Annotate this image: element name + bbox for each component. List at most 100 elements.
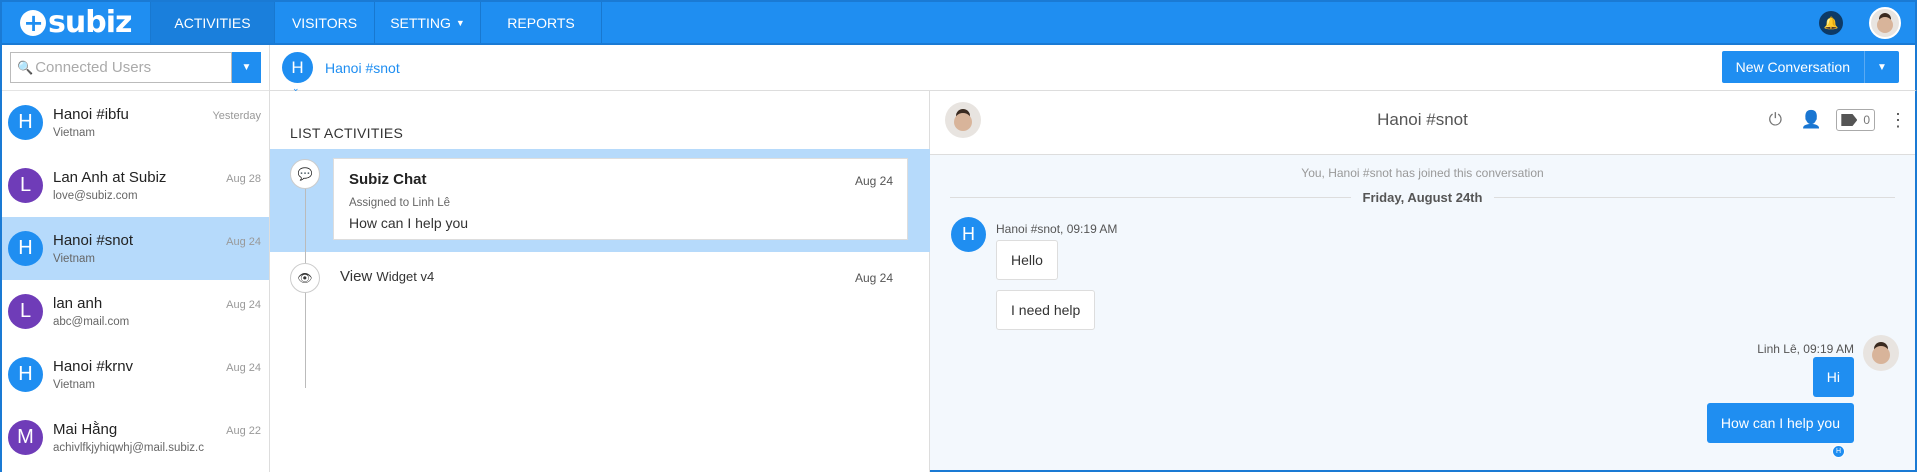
contact-subtitle: achivlfkjyhiqwhj@mail.subiz.c <box>53 442 204 454</box>
tab-visitors[interactable]: VISITORS <box>274 2 374 43</box>
contact-info: Hanoi #snot Vietnam <box>53 232 213 265</box>
logo-text: subiz <box>48 5 132 40</box>
contact-date: Aug 22 <box>226 425 261 437</box>
contact-avatar: H <box>8 357 43 392</box>
visitor-message-avatar: H <box>951 217 986 252</box>
contact-list: H Hanoi #ibfu Vietnam Yesterday L Lan Anh at … <box>2 91 269 469</box>
tag-icon <box>1841 114 1858 126</box>
card-date: Aug 24 <box>854 174 893 188</box>
chat-panel: Hanoi #snot ⏻ 👤 0 ⋮ You, Hanoi #snot has… <box>930 91 1917 472</box>
tab-activities[interactable]: ACTIVITIES <box>150 2 274 43</box>
avatar-initial: H <box>962 224 975 244</box>
card-message: How can I help you <box>349 215 469 231</box>
subiz-logo[interactable]: + subiz <box>2 2 150 43</box>
contact-info: Mai Hằng achivlfkjyhiqwhj@mail.subiz.c <box>53 421 213 454</box>
contact-item[interactable]: H Hanoi #ibfu Vietnam Yesterday <box>2 91 269 154</box>
chevron-down-icon: ▼ <box>455 17 465 28</box>
contact-info: Lan Anh at Subiz love@subiz.com <box>53 169 213 202</box>
tab-label: VISITORS <box>291 14 358 31</box>
contact-subtitle: Vietnam <box>53 379 95 391</box>
tab-setting[interactable]: SETTING ▼ <box>374 2 480 43</box>
tab-reports[interactable]: REPORTS <box>480 2 602 43</box>
contact-subtitle: Vietnam <box>53 127 95 139</box>
contact-name: lan anh <box>53 295 103 312</box>
contact-date: Aug 24 <box>226 236 261 248</box>
separator-line <box>950 197 1351 198</box>
agent-message-bubble[interactable]: Hi <box>1812 357 1854 397</box>
contact-name: Hanoi #krnv <box>53 358 134 375</box>
contact-item[interactable]: L Lan Anh at Subiz love@subiz.com Aug 28 <box>2 154 269 217</box>
chevron-down-icon: ▼ <box>241 62 252 73</box>
activities-panel: LIST ACTIVITIES 💬 Subiz Chat Aug 24 Assi… <box>270 91 930 472</box>
conversation-subheader: H ⌄ Hanoi #snot New Conversation ▼ <box>270 45 1917 93</box>
chat-bubbles-icon: 💬 <box>290 159 320 189</box>
system-message: You, Hanoi #snot has joined this convers… <box>1301 166 1544 180</box>
contact-subtitle: love@subiz.com <box>53 190 138 202</box>
card-title: Subiz Chat <box>349 171 427 188</box>
tab-label: REPORTS <box>507 14 575 31</box>
plus-icon: + <box>20 9 46 36</box>
visitor-message-bubble[interactable]: Hello <box>996 240 1058 280</box>
contact-item[interactable]: H Hanoi #snot Vietnam Aug 24 <box>2 217 269 280</box>
contact-date: Aug 28 <box>226 173 261 185</box>
search-placeholder: Connected Users <box>35 59 152 76</box>
search-input[interactable]: 🔍 Connected Users <box>10 52 232 83</box>
search-filter-dropdown[interactable]: ▼ <box>232 52 261 83</box>
contact-avatar: L <box>8 294 43 329</box>
contact-name: Mai Hằng <box>53 421 118 438</box>
new-conversation-button[interactable]: New Conversation ▼ <box>1721 51 1899 83</box>
visitor-name-link[interactable]: Hanoi #snot <box>325 60 400 76</box>
contact-info: lan anh abc@mail.com <box>53 295 213 328</box>
contact-info: Hanoi #ibfu Vietnam <box>53 106 213 139</box>
search-icon: 🔍 <box>17 59 34 75</box>
search-row: 🔍 Connected Users ▼ <box>2 45 269 91</box>
view-label: View <box>340 268 373 285</box>
tab-label: ACTIVITIES <box>174 14 251 31</box>
avatar-initial: H <box>291 57 304 77</box>
agent-message-meta: Linh Lê, 09:19 AM <box>1757 342 1854 356</box>
tag-count: 0 <box>1863 113 1870 127</box>
tab-label: SETTING <box>390 14 451 31</box>
contact-subtitle: Vietnam <box>53 253 95 265</box>
new-conversation-label: New Conversation <box>1722 51 1865 83</box>
top-right-tools: 🔔 <box>1819 2 1915 43</box>
chevron-down-icon[interactable]: ▼ <box>1865 62 1899 73</box>
contact-avatar: H <box>8 105 43 140</box>
bell-icon[interactable]: 🔔 <box>1819 10 1843 35</box>
user-avatar[interactable] <box>1869 6 1901 39</box>
contacts-sidebar: 🔍 Connected Users ▼ H Hanoi #ibfu Vietnam Y… <box>0 45 270 472</box>
seen-indicator: H <box>1832 445 1845 458</box>
agent-message-bubble[interactable]: How can I help you <box>1706 403 1854 443</box>
visitor-avatar[interactable]: H ⌄ <box>282 52 313 93</box>
contact-item[interactable]: M Mai Hằng achivlfkjyhiqwhj@mail.subiz.c Au… <box>2 406 269 469</box>
contact-subtitle: abc@mail.com <box>53 316 130 328</box>
day-label: Friday, August 24th <box>1362 190 1483 205</box>
activity-card-chat[interactable]: Subiz Chat Aug 24 Assigned to Linh Lê Ho… <box>333 158 908 240</box>
contact-avatar: L <box>8 168 43 203</box>
contact-item[interactable]: Llan anh abc@mail.com Aug 24 <box>2 280 269 343</box>
visitor-message-meta: Hanoi #snot, 09:19 AM <box>996 222 1118 236</box>
contact-item[interactable]: H Hanoi #krnv Vietnam Aug 24 <box>2 343 269 406</box>
power-icon[interactable]: ⏻ <box>1764 109 1786 131</box>
chat-tools: ⏻ 👤 0 ⋮ <box>1764 109 1907 131</box>
contact-avatar: H <box>8 231 43 266</box>
contact-date: Yesterday <box>212 110 261 122</box>
activity-view-row[interactable]: View Widget v4 <box>340 268 434 285</box>
contact-name: Lan Anh at Subiz <box>53 169 167 186</box>
eye-icon: 👁 <box>290 263 320 293</box>
agent-message-avatar <box>1863 335 1899 371</box>
visitor-message-bubble[interactable]: I need help <box>996 290 1096 330</box>
add-user-icon[interactable]: 👤 <box>1800 109 1822 131</box>
contact-date: Aug 24 <box>226 362 261 374</box>
tag-button[interactable]: 0 <box>1836 109 1875 131</box>
more-options-icon[interactable]: ⋮ <box>1889 110 1907 131</box>
day-separator: Friday, August 24th <box>950 190 1895 205</box>
contact-name: Hanoi #snot <box>53 232 134 249</box>
chat-header: Hanoi #snot ⏻ 👤 0 ⋮ <box>930 91 1915 155</box>
contact-avatar: M <box>8 420 43 455</box>
activities-title: LIST ACTIVITIES <box>290 125 404 141</box>
view-detail: Widget v4 <box>376 269 435 284</box>
contact-name: Hanoi #ibfu <box>53 106 129 123</box>
contact-date: Aug 24 <box>226 299 261 311</box>
card-assigned: Assigned to Linh Lê <box>349 197 451 209</box>
